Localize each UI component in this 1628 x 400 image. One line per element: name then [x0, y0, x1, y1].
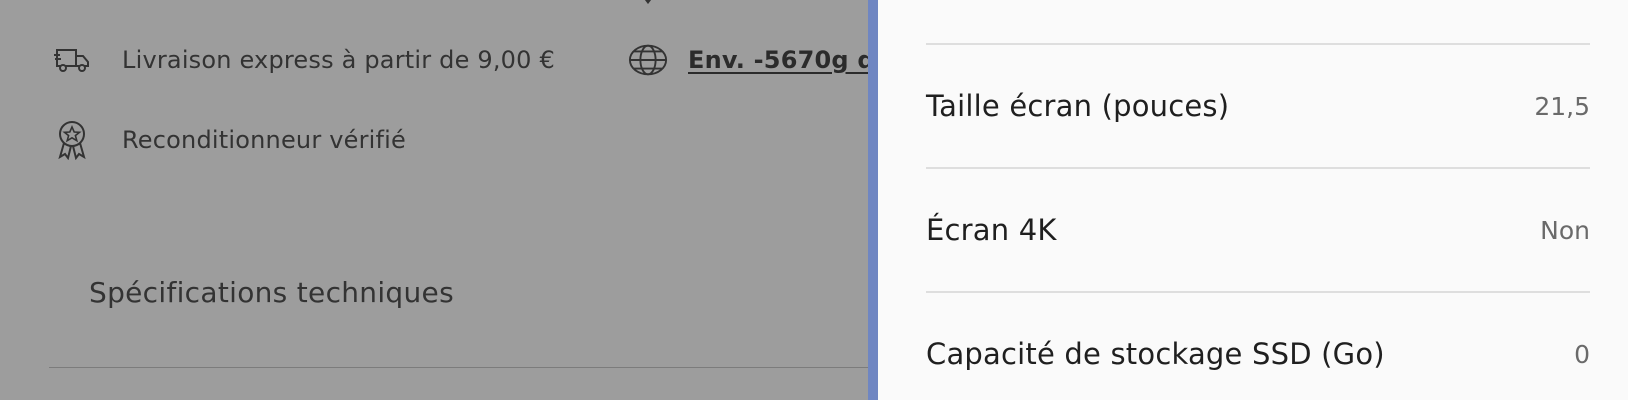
specifications-drawer: Taille écran (pouces) 21,5 Écran 4K Non …	[878, 0, 1628, 400]
spec-row-ssd-capacity: Capacité de stockage SSD (Go) 0	[926, 334, 1590, 374]
spec-divider	[926, 291, 1590, 293]
spec-label: Écran 4K	[926, 213, 1057, 247]
spec-label: Taille écran (pouces)	[926, 89, 1230, 123]
spec-label: Capacité de stockage SSD (Go)	[926, 337, 1385, 371]
spec-divider	[926, 167, 1590, 169]
drawer-edge	[868, 0, 878, 400]
spec-row-4k-screen: Écran 4K Non	[926, 210, 1590, 250]
spec-value: 0	[1574, 339, 1590, 369]
spec-divider	[926, 43, 1590, 45]
spec-row-screen-size: Taille écran (pouces) 21,5	[926, 86, 1590, 126]
modal-overlay[interactable]	[0, 0, 868, 400]
spec-value: 21,5	[1534, 91, 1590, 121]
spec-value: Non	[1540, 215, 1590, 245]
